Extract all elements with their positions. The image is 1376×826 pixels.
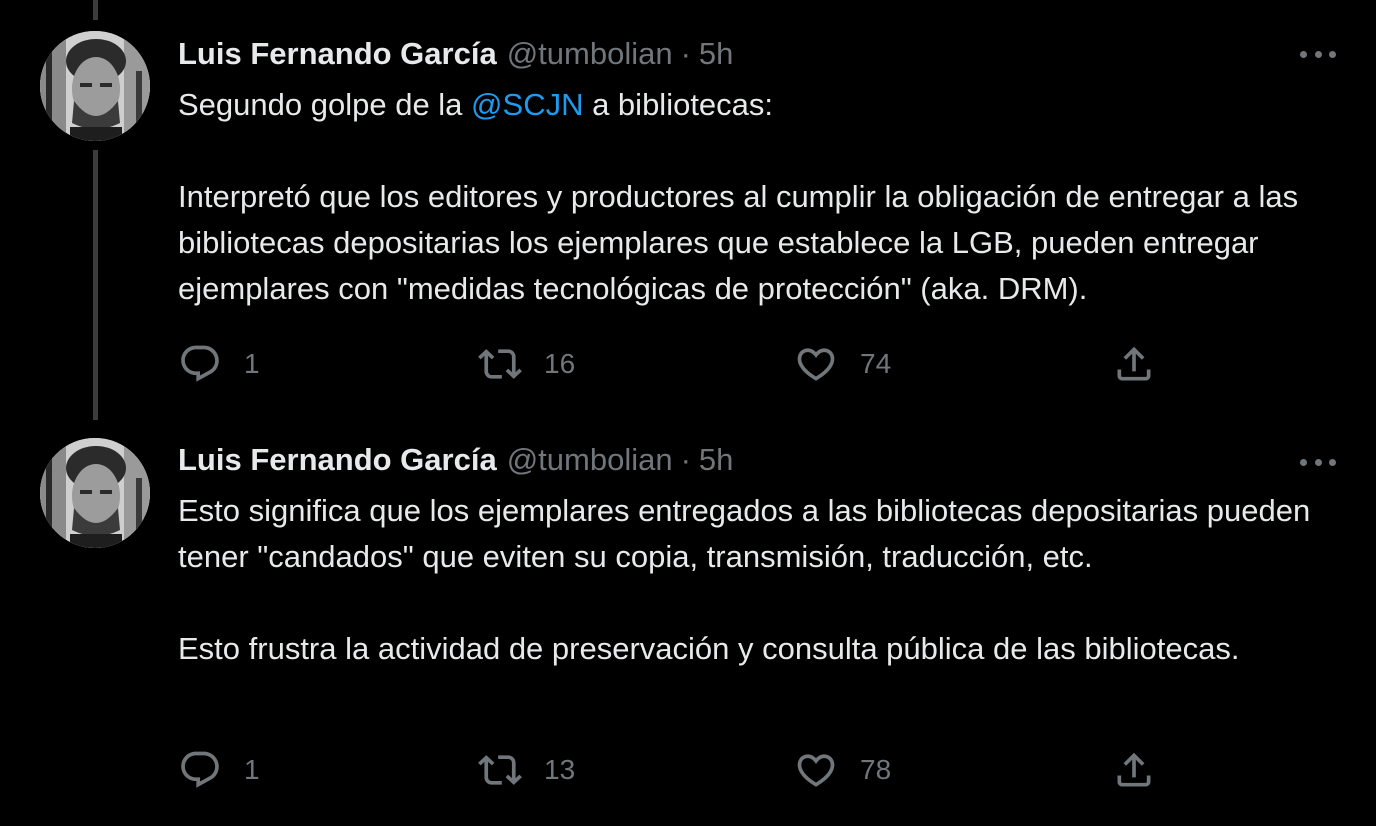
tweet-header: Luis Fernando García @tumbolian · 5h [178, 34, 733, 74]
tweet[interactable]: Luis Fernando García @tumbolian · 5h Est… [0, 410, 1376, 826]
retweet-button[interactable]: 13 [478, 746, 575, 794]
user-handle[interactable]: @tumbolian [507, 36, 673, 72]
thread-line [93, 150, 98, 420]
share-icon [1117, 752, 1151, 787]
retweet-button[interactable]: 16 [478, 340, 575, 388]
heart-icon [797, 348, 835, 381]
display-name[interactable]: Luis Fernando García [178, 36, 497, 72]
tweet-paragraph: Segundo golpe de la @SCJN a bibliotecas: [178, 87, 774, 122]
retweet-count: 13 [544, 754, 576, 785]
retweet-icon [478, 349, 522, 379]
timeline: Luis Fernando García @tumbolian · 5h Seg… [0, 0, 1376, 826]
tweet-text: Esto significa que los ejemplares entreg… [178, 488, 1348, 672]
reply-icon [181, 345, 219, 382]
share-button[interactable] [1112, 746, 1156, 794]
tweet-paragraph: Interpretó que los editores y productore… [178, 179, 1299, 306]
separator-dot: · [680, 36, 691, 71]
reply-icon [181, 751, 219, 788]
user-handle[interactable]: @tumbolian [507, 442, 673, 478]
like-button[interactable]: 78 [794, 746, 891, 794]
tweet-text: Segundo golpe de la @SCJN a bibliotecas:… [178, 82, 1348, 312]
avatar[interactable] [40, 438, 150, 548]
display-name[interactable]: Luis Fernando García [178, 442, 497, 478]
avatar[interactable] [40, 31, 150, 141]
retweet-count: 16 [544, 348, 576, 379]
mention-link[interactable]: @SCJN [471, 87, 583, 122]
reply-button[interactable]: 1 [178, 746, 260, 794]
timestamp[interactable]: 5h [699, 36, 733, 72]
share-button[interactable] [1112, 340, 1156, 388]
avatar-photo [40, 438, 150, 548]
tweet[interactable]: Luis Fernando García @tumbolian · 5h Seg… [0, 0, 1376, 420]
reply-button[interactable]: 1 [178, 340, 260, 388]
like-count: 74 [860, 348, 892, 379]
like-count: 78 [860, 754, 892, 785]
like-button[interactable]: 74 [794, 340, 891, 388]
retweet-icon [478, 755, 522, 785]
reply-count: 1 [244, 754, 260, 785]
tweet-paragraph: Esto frustra la actividad de preservació… [178, 631, 1240, 666]
tweet-actions: 1 13 78 [178, 746, 1168, 794]
share-icon [1117, 346, 1151, 381]
avatar-photo [40, 31, 150, 141]
timestamp[interactable]: 5h [699, 442, 733, 478]
reply-count: 1 [244, 348, 260, 379]
tweet-header: Luis Fernando García @tumbolian · 5h [178, 440, 733, 480]
more-icon [1300, 50, 1307, 58]
more-icon [1300, 458, 1307, 466]
heart-icon [797, 754, 835, 787]
more-options-button[interactable] [1300, 448, 1336, 476]
separator-dot: · [680, 442, 691, 477]
tweet-actions: 1 16 74 [178, 340, 1168, 388]
more-options-button[interactable] [1300, 40, 1336, 68]
tweet-paragraph: Esto significa que los ejemplares entreg… [178, 493, 1311, 574]
